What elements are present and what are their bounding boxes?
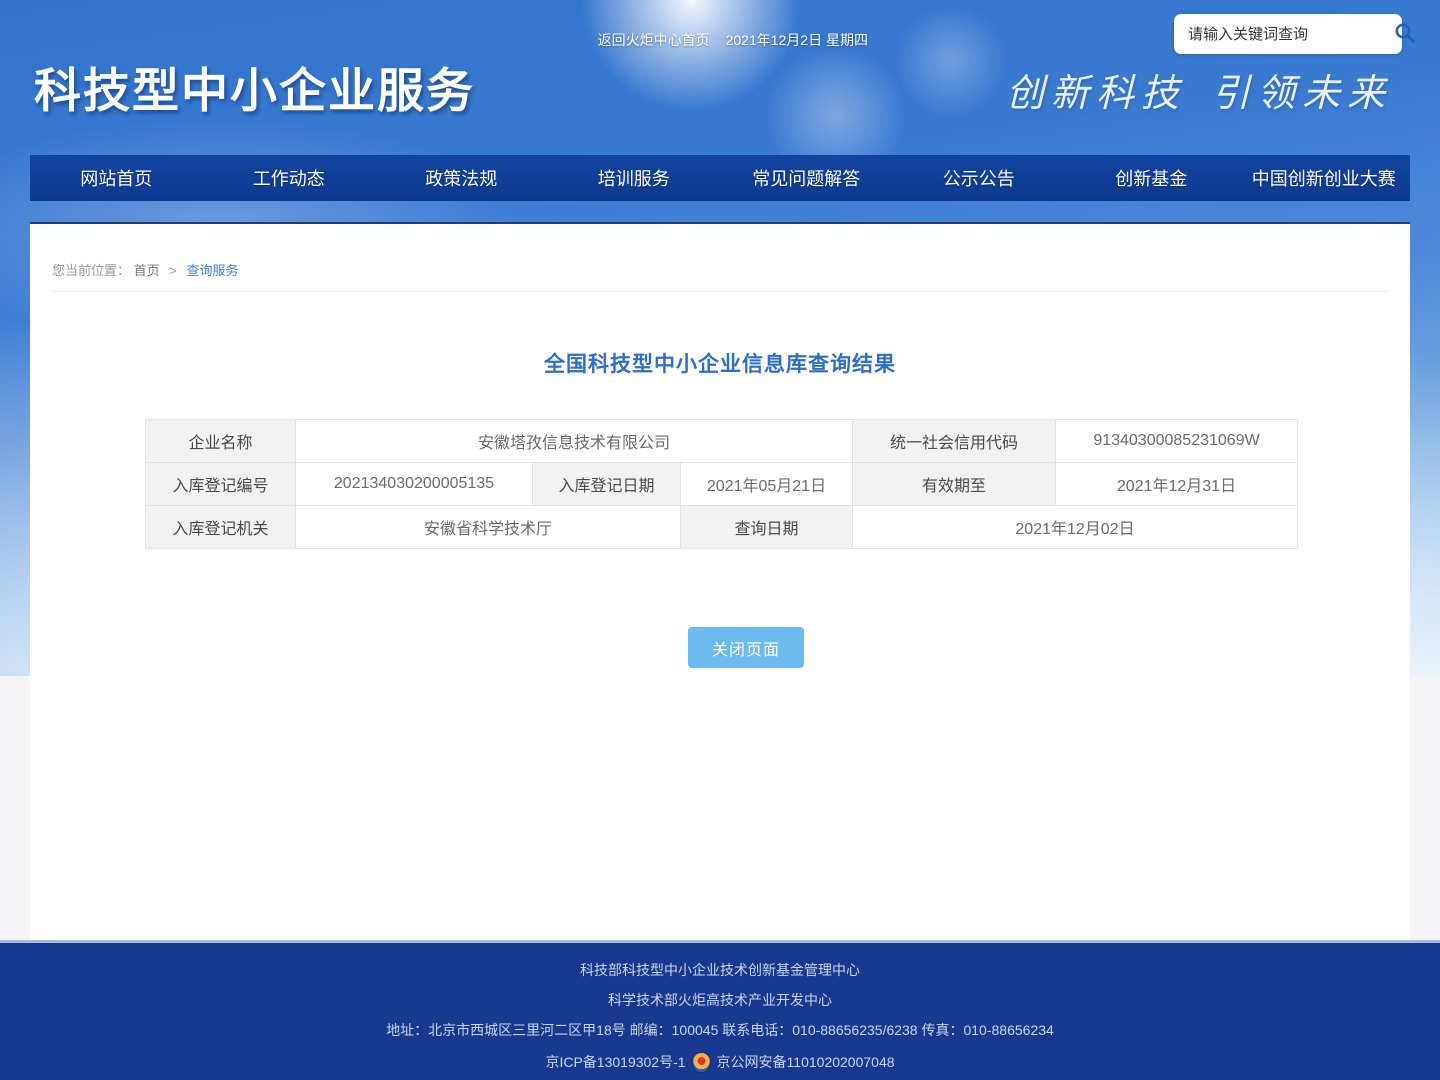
reg-number-label: 入库登记编号	[146, 463, 296, 506]
nav-item-fund[interactable]: 创新基金	[1065, 155, 1238, 201]
page-title: 全国科技型中小企业信息库查询结果	[30, 348, 1410, 378]
breadcrumb-prefix: 您当前位置：	[52, 263, 130, 278]
valid-until-label: 有效期至	[853, 463, 1056, 506]
query-result-table: 企业名称 安徽塔孜信息技术有限公司 统一社会信用代码 9134030008523…	[145, 419, 1298, 549]
police-badge-icon	[693, 1053, 710, 1072]
company-name-value: 安徽塔孜信息技术有限公司	[296, 420, 853, 463]
reg-authority-label: 入库登记机关	[146, 506, 296, 549]
footer: 科技部科技型中小企业技术创新基金管理中心 科学技术部火炬高技术产业开发中心 地址…	[0, 940, 1440, 1080]
reg-authority-value: 安徽省科学技术厅	[296, 506, 681, 549]
search-box	[1174, 14, 1402, 54]
current-date: 2021年12月2日 星期四	[726, 32, 868, 48]
table-row: 入库登记机关 安徽省科学技术厅 查询日期 2021年12月02日	[146, 506, 1298, 549]
site-slogan: 创新科技引领未来	[1006, 62, 1392, 117]
search-input[interactable]	[1174, 26, 1393, 43]
page: 返回火炬中心首页 2021年12月2日 星期四 科技型中小企业服务 创新科技引领未…	[0, 0, 1440, 1080]
nav-item-news[interactable]: 工作动态	[203, 155, 376, 201]
content-card: 您当前位置： 首页 > 查询服务 全国科技型中小企业信息库查询结果 企业名称 安…	[30, 222, 1410, 940]
breadcrumb: 您当前位置： 首页 > 查询服务	[52, 260, 239, 279]
valid-until-value: 2021年12月31日	[1056, 463, 1298, 506]
reg-number-value: 202134030200005135	[296, 463, 533, 506]
query-date-value: 2021年12月02日	[853, 506, 1298, 549]
icp-record-link[interactable]: 京ICP备13019302号-1	[545, 1055, 685, 1070]
company-name-label: 企业名称	[146, 420, 296, 463]
slogan-part-1: 创新科技	[1006, 73, 1186, 115]
nav-item-policy[interactable]: 政策法规	[375, 155, 548, 201]
credit-code-label: 统一社会信用代码	[853, 420, 1056, 463]
breadcrumb-separator: >	[169, 263, 177, 278]
top-links: 返回火炬中心首页 2021年12月2日 星期四	[598, 30, 868, 50]
breadcrumb-current-link[interactable]: 查询服务	[187, 263, 239, 278]
search-icon	[1393, 21, 1417, 48]
footer-org-line-2: 科学技术部火炬高技术产业开发中心	[608, 993, 832, 1008]
reg-date-label: 入库登记日期	[533, 463, 681, 506]
footer-org-line-1: 科技部科技型中小企业技术创新基金管理中心	[580, 963, 860, 978]
table-row: 入库登记编号 202134030200005135 入库登记日期 2021年05…	[146, 463, 1298, 506]
breadcrumb-home-link[interactable]: 首页	[134, 263, 160, 278]
credit-code-value: 91340300085231069W	[1056, 420, 1298, 463]
nav-item-training[interactable]: 培训服务	[548, 155, 721, 201]
nav-item-competition[interactable]: 中国创新创业大赛	[1238, 155, 1411, 201]
nav-item-home[interactable]: 网站首页	[30, 155, 203, 201]
footer-record-line: 京ICP备13019302号-1 京公网安备11010202007048	[545, 1053, 894, 1072]
query-date-label: 查询日期	[681, 506, 853, 549]
close-page-button[interactable]: 关闭页面	[688, 627, 804, 668]
footer-contact-line: 地址：北京市西城区三里河二区甲18号 邮编：100045 联系电话：010-88…	[386, 1023, 1054, 1038]
breadcrumb-divider	[52, 291, 1388, 292]
torch-center-home-link[interactable]: 返回火炬中心首页	[598, 32, 710, 48]
nav-item-announce[interactable]: 公示公告	[893, 155, 1066, 201]
slogan-part-2: 引领未来	[1212, 73, 1392, 115]
main-nav: 网站首页 工作动态 政策法规 培训服务 常见问题解答 公示公告 创新基金 中国创…	[30, 155, 1410, 201]
search-button[interactable]	[1393, 14, 1417, 54]
security-record-link[interactable]: 京公网安备11010202007048	[717, 1055, 895, 1070]
reg-date-value: 2021年05月21日	[681, 463, 853, 506]
nav-item-faq[interactable]: 常见问题解答	[720, 155, 893, 201]
table-row: 企业名称 安徽塔孜信息技术有限公司 统一社会信用代码 9134030008523…	[146, 420, 1298, 463]
site-logo: 科技型中小企业服务	[34, 52, 475, 121]
